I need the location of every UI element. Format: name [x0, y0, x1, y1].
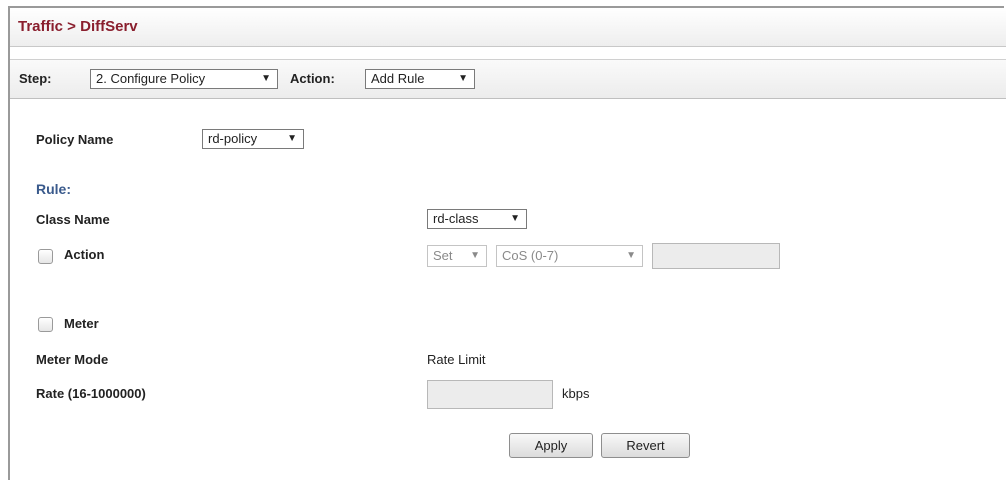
class-name-label: Class Name — [36, 212, 110, 227]
main-panel: Traffic > DiffServ Step: 2. Configure Po… — [8, 6, 1006, 480]
step-select[interactable]: 2. Configure Policy ▼ — [90, 69, 278, 89]
meter-checkbox[interactable] — [38, 317, 53, 332]
action-set-value: Set — [433, 248, 453, 263]
policy-name-select[interactable]: rd-policy ▼ — [202, 129, 304, 149]
action-cos-select[interactable]: CoS (0-7) ▼ — [496, 245, 643, 267]
rule-section-header: Rule: — [36, 181, 71, 197]
chevron-down-icon: ▼ — [626, 250, 636, 261]
action-toolbar-label: Action: — [290, 71, 335, 86]
chevron-down-icon: ▼ — [287, 133, 297, 144]
title-bar: Traffic > DiffServ — [10, 8, 1006, 47]
step-select-value: 2. Configure Policy — [96, 71, 206, 86]
chevron-down-icon: ▼ — [458, 73, 468, 84]
action-select-value: Add Rule — [371, 71, 425, 86]
apply-button[interactable]: Apply — [509, 433, 593, 458]
chevron-down-icon: ▼ — [510, 213, 520, 224]
chevron-down-icon: ▼ — [470, 250, 480, 261]
action-select[interactable]: Add Rule ▼ — [365, 69, 475, 89]
rate-unit: kbps — [562, 386, 590, 401]
action-value-input[interactable] — [652, 243, 780, 269]
page-title: Traffic > DiffServ — [18, 18, 138, 35]
meter-mode-value: Rate Limit — [427, 352, 486, 367]
action-set-select[interactable]: Set ▼ — [427, 245, 487, 267]
meter-label: Meter — [64, 316, 99, 331]
policy-name-label: Policy Name — [36, 132, 114, 147]
action-checkbox[interactable] — [38, 249, 53, 264]
class-name-select[interactable]: rd-class ▼ — [427, 209, 527, 229]
chevron-down-icon: ▼ — [261, 73, 271, 84]
step-toolbar: Step: 2. Configure Policy ▼ Action: Add … — [10, 59, 1006, 99]
revert-button[interactable]: Revert — [601, 433, 690, 458]
action-cos-value: CoS (0-7) — [502, 248, 559, 263]
rate-input[interactable] — [427, 380, 553, 409]
class-name-value: rd-class — [433, 211, 479, 226]
rate-label: Rate (16-1000000) — [36, 386, 146, 401]
action-label: Action — [64, 247, 105, 262]
policy-name-value: rd-policy — [208, 131, 258, 146]
meter-mode-label: Meter Mode — [36, 352, 109, 367]
step-label: Step: — [19, 71, 52, 86]
